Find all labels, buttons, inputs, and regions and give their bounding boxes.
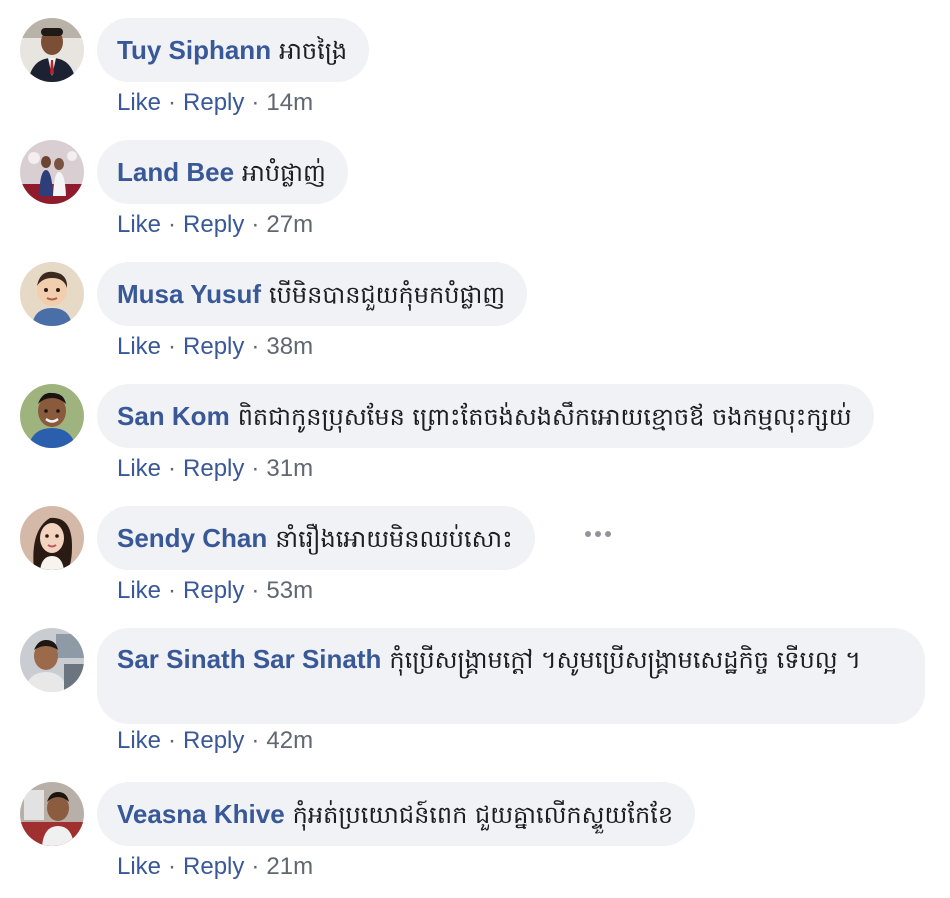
separator: ·	[168, 211, 177, 238]
comment-actions: Like · Reply · 27m	[117, 210, 313, 240]
avatar[interactable]	[20, 506, 84, 570]
comment-timestamp[interactable]: 38m	[266, 333, 313, 360]
comment-bubble: Veasna Khive កុំអត់ប្រយោជន៍ពេក ជួយគ្នាលើក…	[97, 782, 696, 846]
comment: Musa Yusuf បើមិនបានជួយកុំមកបំផ្លាញ Like · R…	[20, 262, 930, 362]
like-link[interactable]: Like	[117, 455, 161, 482]
comment-author[interactable]: Land Bee	[117, 157, 234, 187]
reply-link[interactable]: Reply	[183, 89, 244, 116]
more-options-icon[interactable]	[585, 528, 611, 538]
comment-bubble: Sar Sinath Sar Sinath កុំប្រើសង្គ្រាមក្តៅ…	[97, 628, 925, 724]
reply-link[interactable]: Reply	[183, 333, 244, 360]
separator: ·	[168, 577, 177, 604]
comment-actions: Like · Reply · 53m	[117, 576, 313, 606]
comment-timestamp[interactable]: 14m	[266, 89, 313, 116]
comment-text: អាបំផ្លាញ់	[242, 159, 326, 187]
like-link[interactable]: Like	[117, 89, 161, 116]
comment-author[interactable]: Veasna Khive	[117, 799, 285, 829]
comment: Tuy Siphann អាចង្រៃ Like · Reply · 14m	[20, 18, 930, 118]
comment-text: នាំរឿងអោយមិនឈប់សោះ	[275, 525, 513, 553]
comment-text: កុំប្រើសង្គ្រាមក្តៅ ។សូមប្រើសង្គ្រាមសេដ្…	[389, 646, 862, 674]
like-link[interactable]: Like	[117, 333, 161, 360]
like-link[interactable]: Like	[117, 211, 161, 238]
comment: Sendy Chan នាំរឿងអោយមិនឈប់សោះ Like · Reply ·…	[20, 506, 930, 606]
like-link[interactable]: Like	[117, 853, 161, 880]
separator: ·	[251, 455, 260, 482]
avatar[interactable]	[20, 262, 84, 326]
separator: ·	[251, 727, 260, 754]
comment-timestamp[interactable]: 31m	[266, 455, 313, 482]
comment-author[interactable]: Tuy Siphann	[117, 35, 271, 65]
comment-author[interactable]: Sendy Chan	[117, 523, 267, 553]
comment-timestamp[interactable]: 53m	[266, 577, 313, 604]
comment-text: ពិតជាកូនប្រុសមែន ព្រោះតែចង់សងសឹកអោយខ្មោច…	[237, 403, 852, 431]
comment: San Kom ពិតជាកូនប្រុសមែន ព្រោះតែចង់សងសឹកអ…	[20, 384, 930, 484]
comment-timestamp[interactable]: 42m	[266, 727, 313, 754]
comment-bubble: Tuy Siphann អាចង្រៃ	[97, 18, 370, 82]
reply-link[interactable]: Reply	[183, 577, 244, 604]
like-link[interactable]: Like	[117, 727, 161, 754]
comment-author[interactable]: Sar Sinath Sar Sinath	[117, 644, 381, 674]
avatar[interactable]	[20, 140, 84, 204]
separator: ·	[251, 211, 260, 238]
comment-bubble: Musa Yusuf បើមិនបានជួយកុំមកបំផ្លាញ	[97, 262, 528, 326]
comment-actions: Like · Reply · 38m	[117, 332, 313, 362]
reply-link[interactable]: Reply	[183, 853, 244, 880]
comment-actions: Like · Reply · 31m	[117, 454, 313, 484]
like-link[interactable]: Like	[117, 577, 161, 604]
comment-actions: Like · Reply · 42m	[117, 726, 313, 756]
comment: Sar Sinath Sar Sinath កុំប្រើសង្គ្រាមក្តៅ…	[20, 628, 930, 758]
reply-link[interactable]: Reply	[183, 727, 244, 754]
separator: ·	[251, 89, 260, 116]
comment-actions: Like · Reply · 21m	[117, 852, 313, 882]
comment-text: អាចង្រៃ	[279, 37, 348, 65]
comment: Veasna Khive កុំអត់ប្រយោជន៍ពេក ជួយគ្នាលើក…	[20, 782, 930, 882]
avatar[interactable]	[20, 628, 84, 692]
separator: ·	[251, 333, 260, 360]
separator: ·	[168, 333, 177, 360]
comment-bubble: San Kom ពិតជាកូនប្រុសមែន ព្រោះតែចង់សងសឹកអ…	[97, 384, 874, 448]
separator: ·	[168, 727, 177, 754]
avatar[interactable]	[20, 384, 84, 448]
comment-bubble: Land Bee អាបំផ្លាញ់	[97, 140, 348, 204]
separator: ·	[168, 455, 177, 482]
avatar[interactable]	[20, 18, 84, 82]
comment-author[interactable]: San Kom	[117, 401, 230, 431]
separator: ·	[168, 89, 177, 116]
comment-timestamp[interactable]: 21m	[266, 853, 313, 880]
comment-text: បើមិនបានជួយកុំមកបំផ្លាញ	[269, 281, 506, 309]
comment-timestamp[interactable]: 27m	[266, 211, 313, 238]
reply-link[interactable]: Reply	[183, 211, 244, 238]
separator: ·	[168, 853, 177, 880]
comment-author[interactable]: Musa Yusuf	[117, 279, 261, 309]
comment-text: កុំអត់ប្រយោជន៍ពេក ជួយគ្នាលើកស្ទួយកែខែ	[292, 801, 674, 829]
comment-bubble: Sendy Chan នាំរឿងអោយមិនឈប់សោះ	[97, 506, 535, 570]
separator: ·	[251, 577, 260, 604]
reply-link[interactable]: Reply	[183, 455, 244, 482]
separator: ·	[251, 853, 260, 880]
avatar[interactable]	[20, 782, 84, 846]
comment: Land Bee អាបំផ្លាញ់ Like · Reply · 27m	[20, 140, 930, 240]
comment-actions: Like · Reply · 14m	[117, 88, 313, 118]
